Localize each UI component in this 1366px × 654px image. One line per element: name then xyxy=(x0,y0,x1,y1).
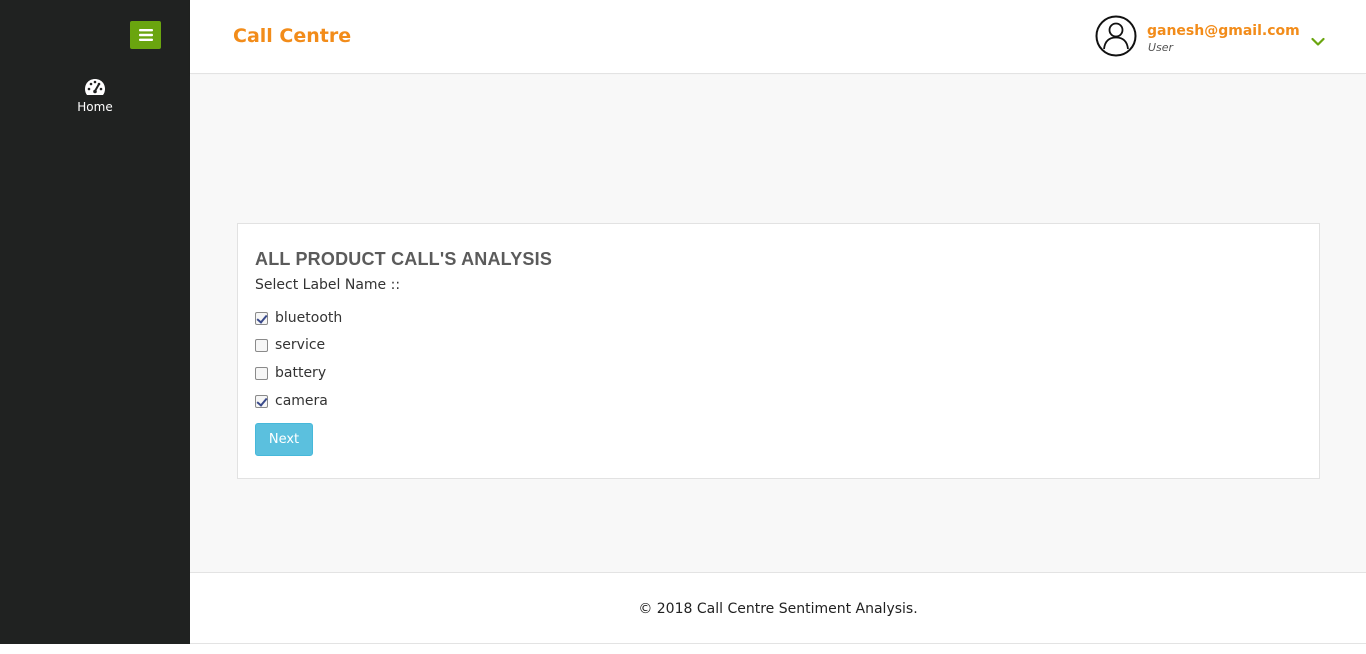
top-header: Call Centre ganesh@gmail.com User xyxy=(190,0,1366,74)
user-role: User xyxy=(1148,41,1174,54)
select-label-heading: Select Label Name :: xyxy=(255,277,401,293)
user-menu[interactable]: ganesh@gmail.com User xyxy=(1095,15,1345,59)
option-camera[interactable]: camera xyxy=(255,391,328,411)
chevron-down-icon[interactable] xyxy=(1311,37,1325,47)
checkbox-bluetooth[interactable] xyxy=(255,311,268,325)
sidebar-item-home[interactable]: Home xyxy=(0,78,190,124)
app-title[interactable]: Call Centre xyxy=(233,25,351,47)
option-label: bluetooth xyxy=(275,310,343,326)
option-battery[interactable]: battery xyxy=(255,363,326,383)
user-email: ganesh@gmail.com xyxy=(1147,23,1300,39)
sidebar-item-label: Home xyxy=(77,100,113,114)
option-bluetooth[interactable]: bluetooth xyxy=(255,308,342,328)
user-avatar-icon xyxy=(1095,15,1137,57)
menu-toggle-button[interactable] xyxy=(130,21,161,49)
footer-copyright: © 2018 Call Centre Sentiment Analysis. xyxy=(638,601,918,617)
option-label: battery xyxy=(275,365,327,381)
option-label: camera xyxy=(275,393,328,409)
checkbox-camera[interactable] xyxy=(255,394,268,408)
checkbox-service[interactable] xyxy=(255,338,268,352)
panel-title: ALL PRODUCT CALL'S ANALYSIS xyxy=(255,249,553,269)
sidebar: Home xyxy=(0,0,190,644)
dashboard-icon xyxy=(85,79,105,95)
bottom-strip xyxy=(0,644,1366,654)
next-button[interactable]: Next xyxy=(255,423,313,456)
checkbox-battery[interactable] xyxy=(255,366,268,380)
hamburger-menu-icon xyxy=(138,29,153,41)
option-service[interactable]: service xyxy=(255,335,325,355)
main-content: ALL PRODUCT CALL'S ANALYSIS Select Label… xyxy=(190,75,1366,572)
option-label: service xyxy=(275,337,326,353)
footer: © 2018 Call Centre Sentiment Analysis. xyxy=(190,572,1366,644)
analysis-panel: ALL PRODUCT CALL'S ANALYSIS Select Label… xyxy=(237,223,1320,479)
